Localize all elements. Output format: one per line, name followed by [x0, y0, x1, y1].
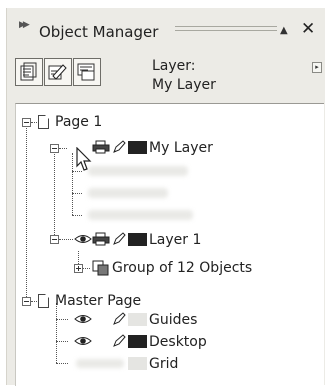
title-grip-line — [175, 26, 277, 27]
page-icon — [38, 115, 49, 129]
tree-connector — [59, 148, 67, 149]
mouse-pointer-icon — [76, 147, 92, 171]
tree-connector — [72, 193, 82, 194]
flyout-arrow-icon[interactable]: ▸ — [312, 62, 322, 73]
tree-node-desktop[interactable]: Desktop — [149, 334, 207, 350]
tree-connector — [56, 363, 68, 364]
title-grip-line — [175, 30, 277, 31]
tree-connector — [31, 301, 37, 302]
double-triangle-icon[interactable]: ▶▶ — [19, 20, 30, 30]
page-icon — [38, 294, 49, 308]
tree-connector — [56, 319, 68, 320]
tree-node-grid[interactable]: Grid — [149, 356, 178, 372]
tree-node-layer1[interactable]: Layer 1 — [149, 232, 201, 248]
layer-color-swatch[interactable] — [128, 357, 147, 370]
tree-connector — [72, 153, 73, 215]
tree-connector — [78, 251, 79, 264]
layer-caption: Layer: — [152, 58, 196, 74]
layer-color-swatch[interactable] — [128, 313, 147, 326]
object-manager-panel: ▶▶ Object Manager ▲ ✕ Layer: My Layer ▸ — [6, 8, 325, 386]
show-object-properties-button[interactable] — [15, 58, 43, 86]
tree-connector — [26, 122, 27, 301]
tree-connector — [56, 303, 57, 363]
show-object-properties-icon — [20, 62, 37, 81]
eye-icon[interactable] — [74, 335, 92, 347]
group-icon — [92, 260, 109, 276]
tree-node-page1[interactable]: Page 1 — [55, 114, 102, 130]
tree-connector — [56, 341, 68, 342]
layer-color-swatch[interactable] — [128, 233, 147, 246]
layer-color-swatch[interactable] — [128, 141, 147, 154]
disabled-layer-icons — [76, 359, 124, 368]
layer-manager-view-icon — [77, 63, 95, 81]
pencil-icon[interactable] — [112, 140, 126, 154]
eye-icon[interactable] — [74, 313, 92, 325]
blurred-object-row — [88, 166, 188, 176]
panel-title: Object Manager — [39, 23, 159, 41]
my-layer-expander[interactable] — [50, 144, 59, 153]
pencil-icon[interactable] — [112, 334, 126, 348]
close-icon[interactable]: ✕ — [301, 21, 315, 38]
blurred-object-row — [88, 210, 193, 220]
triangle-up-icon[interactable]: ▲ — [280, 25, 288, 36]
pencil-icon[interactable] — [112, 312, 126, 326]
tree-connector — [59, 239, 73, 240]
edit-across-layers-button[interactable] — [44, 58, 72, 86]
blurred-object-row — [88, 188, 168, 198]
tree-connector — [82, 268, 90, 269]
tree-connector — [72, 215, 82, 216]
printer-icon[interactable] — [92, 140, 110, 154]
group-expander[interactable] — [74, 264, 83, 273]
active-layer-name: My Layer — [152, 77, 216, 93]
tree-node-guides[interactable]: Guides — [149, 312, 197, 328]
edit-across-layers-icon — [48, 64, 67, 80]
tree-connector — [54, 148, 55, 239]
tree-node-my-layer[interactable]: My Layer — [149, 140, 213, 156]
layer-manager-view-button[interactable] — [73, 58, 101, 86]
page1-expander[interactable] — [22, 118, 31, 127]
panel-titlebar: ▶▶ Object Manager ▲ ✕ — [7, 8, 325, 46]
tree-node-master-page[interactable]: Master Page — [55, 293, 141, 309]
object-tree: Page 1 My Layer Layer 1 Group of 12 Obje… — [15, 103, 324, 386]
pencil-icon[interactable] — [112, 232, 126, 246]
printer-icon[interactable] — [92, 232, 110, 246]
eye-icon[interactable] — [74, 233, 92, 245]
tree-node-group[interactable]: Group of 12 Objects — [112, 260, 252, 276]
master-page-expander[interactable] — [22, 297, 31, 306]
tree-connector — [31, 122, 37, 123]
layer1-expander[interactable] — [50, 235, 59, 244]
layer-color-swatch[interactable] — [128, 335, 147, 348]
